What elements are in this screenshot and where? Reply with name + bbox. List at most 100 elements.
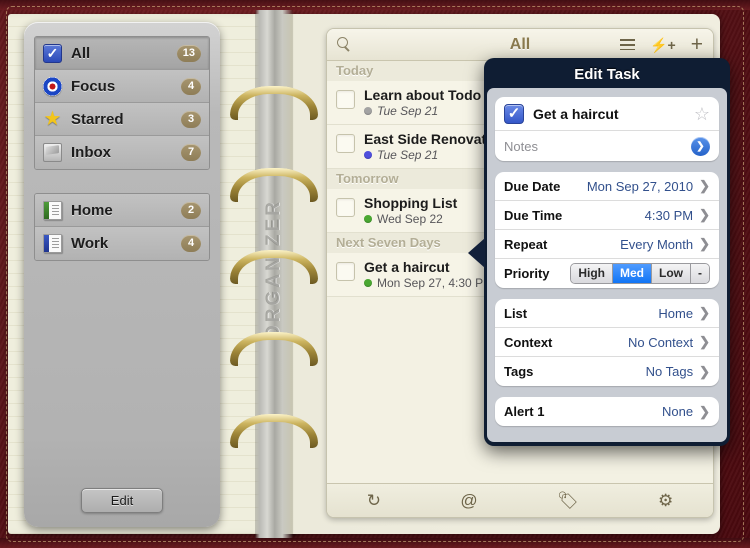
sidebar-item-home[interactable]: Home 2 [35, 194, 209, 227]
alerts-card: Alert 1 None ❯ [495, 397, 719, 426]
status-badge: 2 [181, 201, 201, 219]
schedule-card: Due Date Mon Sep 27, 2010 ❯ Due Time 4:3… [495, 172, 719, 288]
organization-card: List Home ❯ Context No Context ❯ Tags No… [495, 299, 719, 386]
plus-icon[interactable]: + [691, 34, 703, 55]
chevron-right-icon: ❯ [699, 207, 710, 222]
row-label: Due Date [504, 178, 561, 194]
at-icon[interactable]: @ [460, 492, 477, 509]
priority-option-med[interactable]: Med [613, 264, 652, 283]
row-value: 4:30 PM [644, 207, 694, 223]
sidebar-item-label: Home [71, 201, 113, 219]
star-icon: ★ [43, 107, 62, 130]
task-checkbox[interactable] [336, 90, 355, 109]
status-badge: 7 [181, 144, 201, 161]
star-outline-icon[interactable]: ☆ [694, 105, 710, 123]
repeat-row[interactable]: Repeat Every Month ❯ [495, 230, 719, 259]
leather-band-bottom [0, 538, 750, 548]
priority-segmented-control[interactable]: High Med Low - [570, 263, 710, 284]
sidebar-item-inbox[interactable]: Inbox 7 [35, 136, 209, 169]
edit-task-popover: Edit Task Get a haircut ☆ Notes Due Date… [484, 58, 730, 446]
sidebar-panel: All 13 Focus 4 ★ Starred 3 Inbox 7 Home … [24, 22, 220, 527]
row-value: Home [658, 305, 694, 321]
row-value: None [662, 404, 694, 419]
document-blue-icon [43, 234, 62, 253]
task-date: Tue Sep 21 [377, 104, 439, 118]
popover-arrow [468, 238, 485, 268]
inbox-tray-icon [43, 143, 62, 162]
notes-input[interactable]: Notes [504, 139, 538, 154]
row-label: Context [504, 334, 553, 350]
chevron-right-icon: ❯ [699, 178, 710, 193]
document-green-icon [43, 200, 62, 220]
task-date: Wed Sep 22 [377, 212, 443, 226]
sidebar-item-label: Focus [71, 77, 116, 95]
due-date-row[interactable]: Due Date Mon Sep 27, 2010 ❯ [495, 172, 719, 201]
task-name: Shopping List [364, 195, 458, 211]
leather-band-top [0, 0, 750, 10]
task-list-header: All ⚡+ + [327, 29, 713, 61]
list-color-dot [364, 215, 372, 223]
quick-add-icon[interactable]: ⚡+ [650, 38, 676, 52]
list-row[interactable]: List Home ❯ [495, 299, 719, 328]
status-badge: 13 [176, 44, 201, 62]
row-value: No Context [628, 334, 694, 350]
task-date: Mon Sep 27, 4:30 PM [377, 276, 494, 290]
list-color-dot [364, 151, 372, 159]
settings-icon[interactable]: ⚙ [658, 492, 673, 509]
priority-option-none[interactable]: - [691, 264, 709, 283]
disclosure-arrow-icon[interactable] [691, 136, 710, 156]
checkbox-blue-icon [43, 43, 62, 63]
row-label: Tags [504, 364, 534, 379]
sidebar-group-smart: All 13 Focus 4 ★ Starred 3 Inbox 7 [34, 36, 210, 170]
sidebar-group-lists: Home 2 Work 4 [34, 193, 210, 261]
sidebar-item-label: Work [71, 235, 109, 252]
priority-row[interactable]: Priority High Med Low - [495, 259, 719, 288]
status-badge: 3 [181, 110, 201, 128]
row-label: Due Time [504, 207, 563, 223]
sidebar-group-divider [24, 170, 220, 179]
popover-title: Edit Task [574, 66, 640, 83]
task-meta: Wed Sep 22 [364, 212, 457, 226]
chevron-right-icon: ❯ [699, 236, 710, 251]
task-title-card: Get a haircut ☆ Notes [495, 97, 719, 161]
priority-option-low[interactable]: Low [652, 264, 691, 283]
task-checkbox[interactable] [336, 198, 355, 217]
task-list-actions: ⚡+ + [620, 34, 703, 55]
sidebar-empty-area [34, 261, 210, 491]
task-name: Learn about Todo [364, 87, 482, 103]
alert-1-row[interactable]: Alert 1 None ❯ [495, 397, 719, 426]
sidebar-item-work[interactable]: Work 4 [35, 227, 209, 260]
chevron-right-icon: ❯ [699, 403, 710, 419]
due-time-row[interactable]: Due Time 4:30 PM ❯ [495, 201, 719, 230]
sidebar-item-focus[interactable]: Focus 4 [35, 70, 209, 103]
sidebar-item-label: Inbox [71, 144, 111, 161]
tags-row[interactable]: Tags No Tags ❯ [495, 357, 719, 386]
sidebar-item-starred[interactable]: ★ Starred 3 [35, 103, 209, 136]
edit-button[interactable]: Edit [81, 488, 163, 513]
task-date: Tue Sep 21 [377, 148, 439, 162]
popover-body: Get a haircut ☆ Notes Due Date Mon Sep 2… [487, 88, 727, 442]
task-meta: Mon Sep 27, 4:30 PM [364, 276, 493, 290]
row-value: No Tags [645, 364, 694, 379]
sync-icon[interactable]: ↻ [367, 492, 381, 509]
notes-row[interactable]: Notes [495, 131, 719, 161]
sidebar-item-all[interactable]: All 13 [35, 37, 209, 70]
list-lines-icon[interactable] [620, 39, 636, 50]
task-title-text: Get a haircut [533, 105, 619, 122]
task-title-row[interactable]: Get a haircut ☆ [495, 97, 719, 131]
sidebar-item-label: Starred [71, 110, 124, 128]
task-checkbox[interactable] [336, 134, 355, 153]
list-color-dot [364, 279, 372, 287]
row-value: Mon Sep 27, 2010 [586, 178, 694, 194]
chevron-right-icon: ❯ [699, 334, 710, 349]
sidebar-item-label: All [71, 44, 91, 62]
priority-option-high[interactable]: High [571, 264, 613, 283]
row-label: List [504, 305, 528, 321]
tag-icon[interactable]: 🏷 [557, 492, 579, 509]
task-checkbox[interactable] [336, 262, 355, 281]
status-badge: 4 [181, 77, 201, 95]
row-label: Alert 1 [504, 404, 545, 419]
chevron-right-icon: ❯ [699, 363, 710, 379]
context-row[interactable]: Context No Context ❯ [495, 328, 719, 357]
task-complete-checkbox[interactable] [504, 103, 524, 124]
